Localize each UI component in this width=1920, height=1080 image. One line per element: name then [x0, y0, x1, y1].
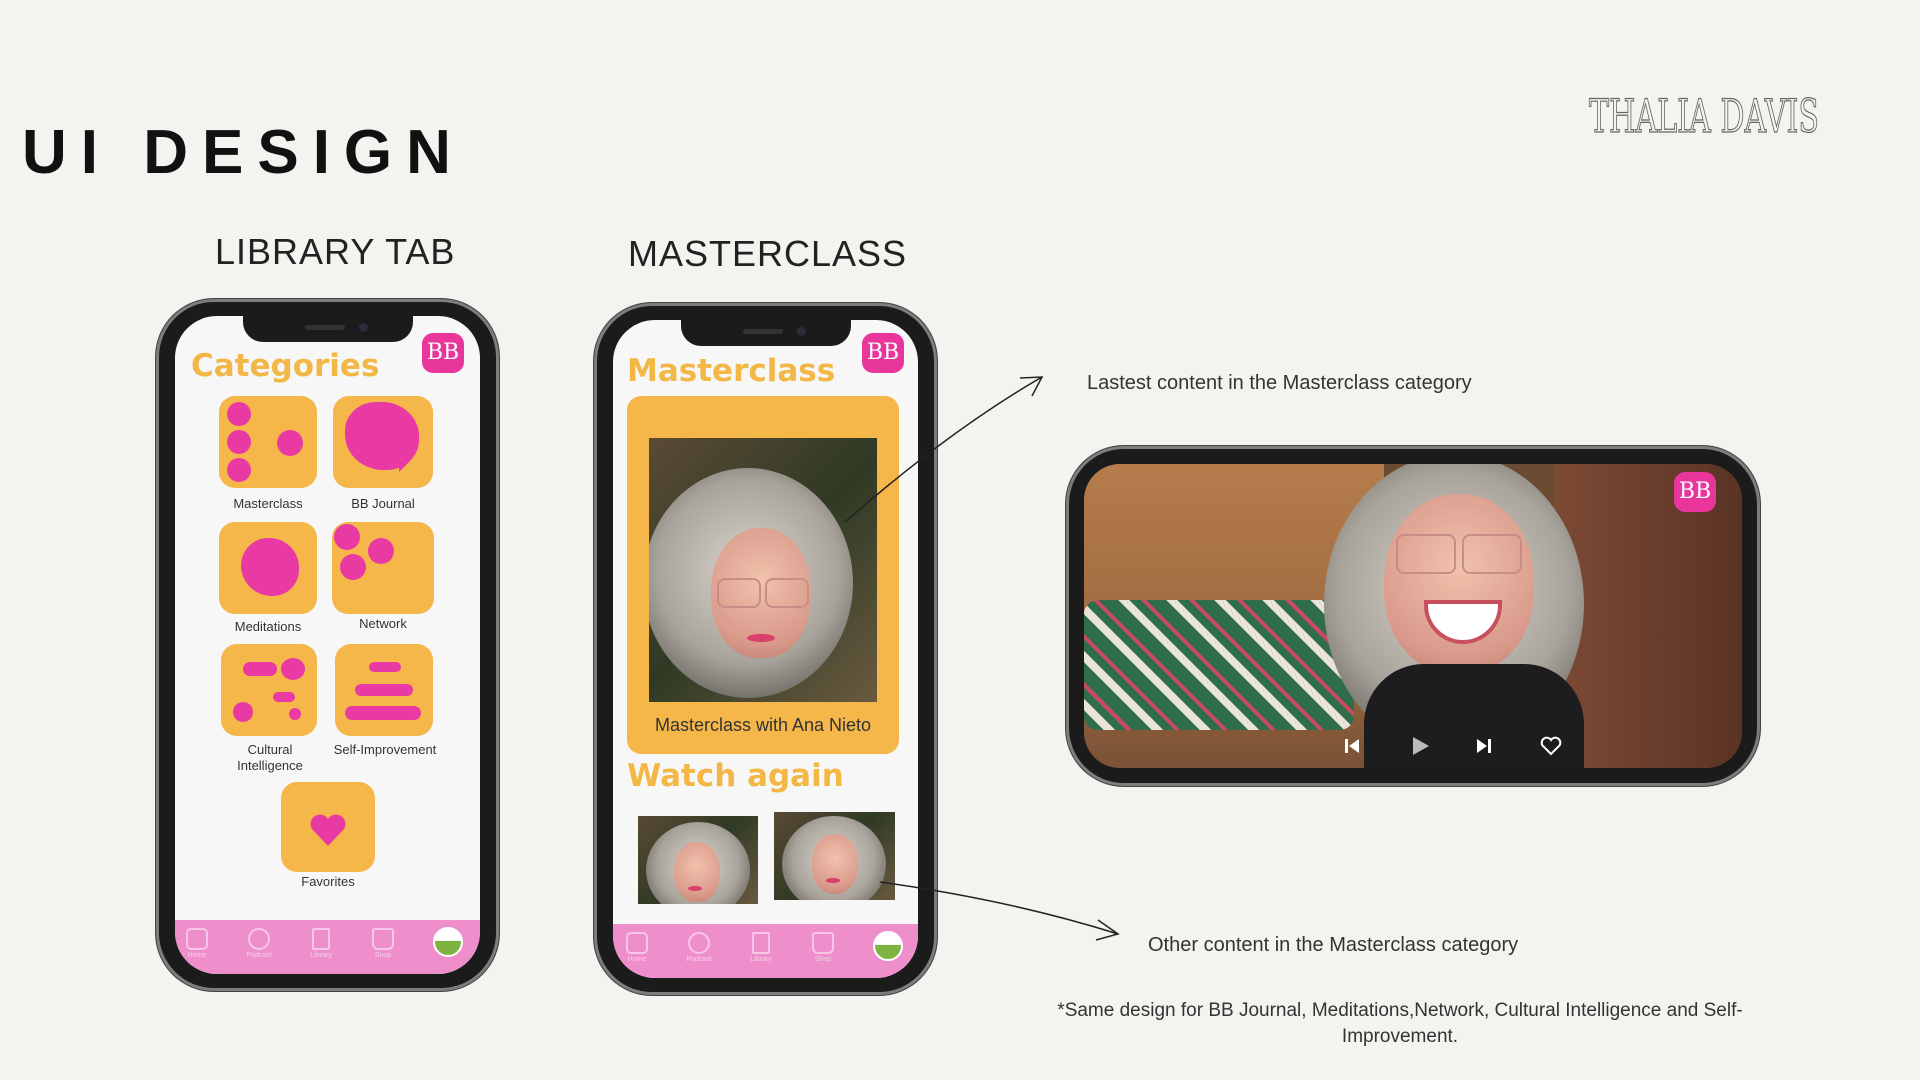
arrow-to-latest: [844, 376, 1043, 523]
annotation-arrows: [844, 376, 1120, 941]
arrow-to-other: [879, 881, 1119, 935]
